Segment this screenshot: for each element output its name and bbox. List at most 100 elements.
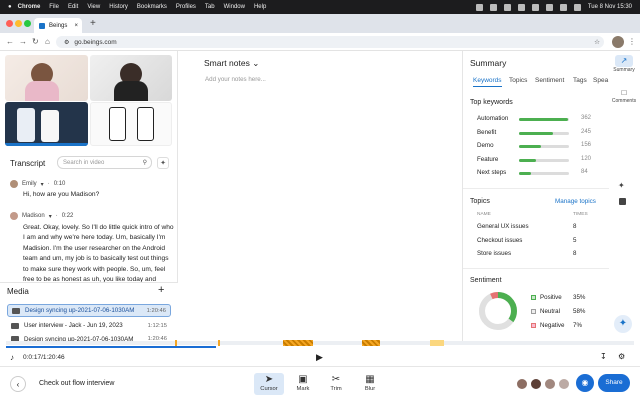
clip-icon[interactable] — [619, 198, 626, 205]
keyword-row[interactable]: Benefit 245 — [477, 129, 607, 139]
keyword-row[interactable]: Feature 120 — [477, 156, 607, 166]
topic-name[interactable]: General UX issues — [477, 223, 529, 230]
tool-trim[interactable]: ✂ Trim — [321, 373, 351, 395]
keyword-row[interactable]: Automation 362 — [477, 115, 607, 125]
transcript-search-input[interactable]: Search in video ⚲ — [57, 156, 152, 169]
keyword-bar-track — [519, 131, 569, 135]
menu-tab[interactable]: Tab — [205, 4, 215, 10]
menu-app-chrome[interactable]: Chrome — [18, 4, 41, 10]
tool-blur[interactable]: ▦ Blur — [355, 373, 385, 395]
back-button[interactable]: ‹ — [10, 376, 26, 392]
browser-tab[interactable]: Beings × — [34, 18, 82, 33]
tool-cursor[interactable]: ➤ Cursor — [254, 373, 284, 395]
tool-mark[interactable]: ▣ Mark — [288, 373, 318, 395]
topic-name[interactable]: Checkout issues — [477, 237, 522, 244]
status-icon[interactable] — [475, 3, 483, 11]
speaker-timestamp[interactable]: 0:10 — [54, 181, 66, 187]
battery-icon[interactable] — [531, 3, 539, 11]
download-icon[interactable]: ↧ — [600, 352, 607, 361]
lock-icon[interactable]: ◉ — [576, 374, 594, 392]
more-menu-icon[interactable]: ⋮ — [628, 37, 636, 46]
video-thumbnail-screen-share-2[interactable] — [90, 102, 172, 146]
add-media-button[interactable]: + — [158, 284, 164, 296]
menu-help[interactable]: Help — [254, 4, 266, 10]
home-icon[interactable]: ⌂ — [45, 37, 50, 46]
menu-file[interactable]: File — [49, 4, 59, 10]
site-info-icon[interactable]: ⚙ — [64, 39, 69, 46]
tab-sentiment[interactable]: Sentiment — [535, 77, 564, 84]
participant-avatar[interactable] — [558, 378, 570, 390]
new-tab-button[interactable]: + — [90, 18, 96, 29]
menubar-clock[interactable]: Tue 8 Nov 15:30 — [588, 4, 632, 10]
chevron-down-icon[interactable]: ▾ — [49, 213, 52, 220]
timeline-marker[interactable] — [283, 340, 313, 346]
search-icon[interactable] — [559, 3, 567, 11]
address-bar[interactable]: ⚙ go.beings.com ☆ — [56, 36, 604, 48]
menu-profiles[interactable]: Profiles — [176, 4, 196, 10]
rail-comments-button[interactable]: □ Comments — [608, 88, 640, 104]
share-button[interactable]: Share — [598, 374, 630, 392]
tab-topics[interactable]: Topics — [509, 77, 527, 84]
transcript-line[interactable]: Madision. I'm the user researcher on the… — [23, 244, 165, 254]
wifi-icon[interactable] — [545, 3, 553, 11]
transcript-line[interactable]: Great. Okay, lovely. So I'll do little q… — [23, 223, 174, 233]
keyword-row[interactable]: Demo 156 — [477, 142, 607, 152]
ai-assistant-button[interactable]: ✦ — [614, 315, 632, 333]
sentiment-donut-chart[interactable] — [477, 290, 519, 332]
ai-sparkle-icon[interactable]: ✦ — [157, 157, 169, 169]
video-thumbnail-participant-2[interactable] — [90, 55, 172, 101]
reload-icon[interactable]: ↻ — [32, 37, 39, 46]
volume-icon[interactable]: ♪ — [10, 353, 14, 362]
topic-name[interactable]: Store issues — [477, 250, 511, 257]
keyword-row[interactable]: Next steps 84 — [477, 169, 607, 179]
menu-history[interactable]: History — [109, 4, 128, 10]
menu-bookmarks[interactable]: Bookmarks — [137, 4, 167, 10]
transcript-line[interactable]: team and um, my job is to basically test… — [23, 254, 169, 264]
speaker-name[interactable]: Emily — [22, 181, 37, 187]
back-arrow-icon[interactable]: ← — [6, 37, 14, 46]
media-item-selected[interactable]: Design syncing up-2021-07-06-1030AM 1:20… — [7, 304, 171, 317]
smart-notes-dropdown[interactable]: Smart notes ⌄ — [204, 58, 259, 69]
transcript-line[interactable]: I am and why we're here today. Um, basic… — [23, 233, 165, 243]
status-icon[interactable] — [517, 3, 525, 11]
participant-avatar[interactable] — [516, 378, 528, 390]
play-button[interactable]: ▶ — [316, 352, 323, 363]
timeline-tick[interactable] — [175, 340, 177, 346]
video-thumbnail-participant-1[interactable] — [5, 55, 88, 101]
status-icon[interactable] — [503, 3, 511, 11]
timeline-marker[interactable] — [362, 340, 380, 346]
control-center-icon[interactable] — [573, 3, 581, 11]
ai-sparkle-icon[interactable]: ✦ — [618, 181, 625, 190]
menu-window[interactable]: Window — [224, 4, 245, 10]
manage-topics-link[interactable]: Manage topics — [555, 198, 596, 205]
window-zoom-button[interactable] — [24, 20, 31, 27]
apple-icon[interactable]: ● — [8, 4, 12, 10]
chevron-down-icon[interactable]: ▾ — [41, 181, 44, 188]
media-item[interactable]: User interview - Jack - Jun 19, 2023 1:1… — [7, 319, 171, 332]
tab-tags[interactable]: Tags — [573, 77, 587, 84]
tab-keywords[interactable]: Keywords — [473, 77, 502, 87]
participant-avatar[interactable] — [544, 378, 556, 390]
menu-view[interactable]: View — [87, 4, 100, 10]
tab-speakers[interactable]: Spea — [593, 77, 608, 84]
participant-avatar[interactable] — [530, 378, 542, 390]
profile-avatar[interactable] — [612, 36, 624, 48]
video-timeline[interactable] — [0, 337, 640, 349]
menu-edit[interactable]: Edit — [68, 4, 78, 10]
window-close-button[interactable] — [6, 20, 13, 27]
transcript-line[interactable]: Hi, how are you Madison? — [23, 190, 99, 200]
settings-gear-icon[interactable]: ⚙ — [618, 352, 625, 361]
notes-editor[interactable]: Add your notes here... — [205, 76, 266, 83]
window-minimize-button[interactable] — [15, 20, 22, 27]
transcript-line[interactable]: to make sure they work with people. So, … — [23, 265, 165, 275]
video-thumbnail-screen-share[interactable] — [5, 102, 88, 146]
status-icon[interactable] — [489, 3, 497, 11]
rail-summary-button[interactable]: ↗ Summary — [608, 55, 640, 73]
close-tab-icon[interactable]: × — [74, 23, 82, 29]
speaker-name[interactable]: Madison — [22, 213, 45, 219]
bookmark-star-icon[interactable]: ☆ — [594, 38, 604, 46]
forward-arrow-icon[interactable]: → — [19, 37, 27, 46]
speaker-timestamp[interactable]: 0:22 — [62, 213, 74, 219]
timeline-marker[interactable] — [430, 340, 444, 346]
timeline-tick[interactable] — [218, 340, 220, 346]
